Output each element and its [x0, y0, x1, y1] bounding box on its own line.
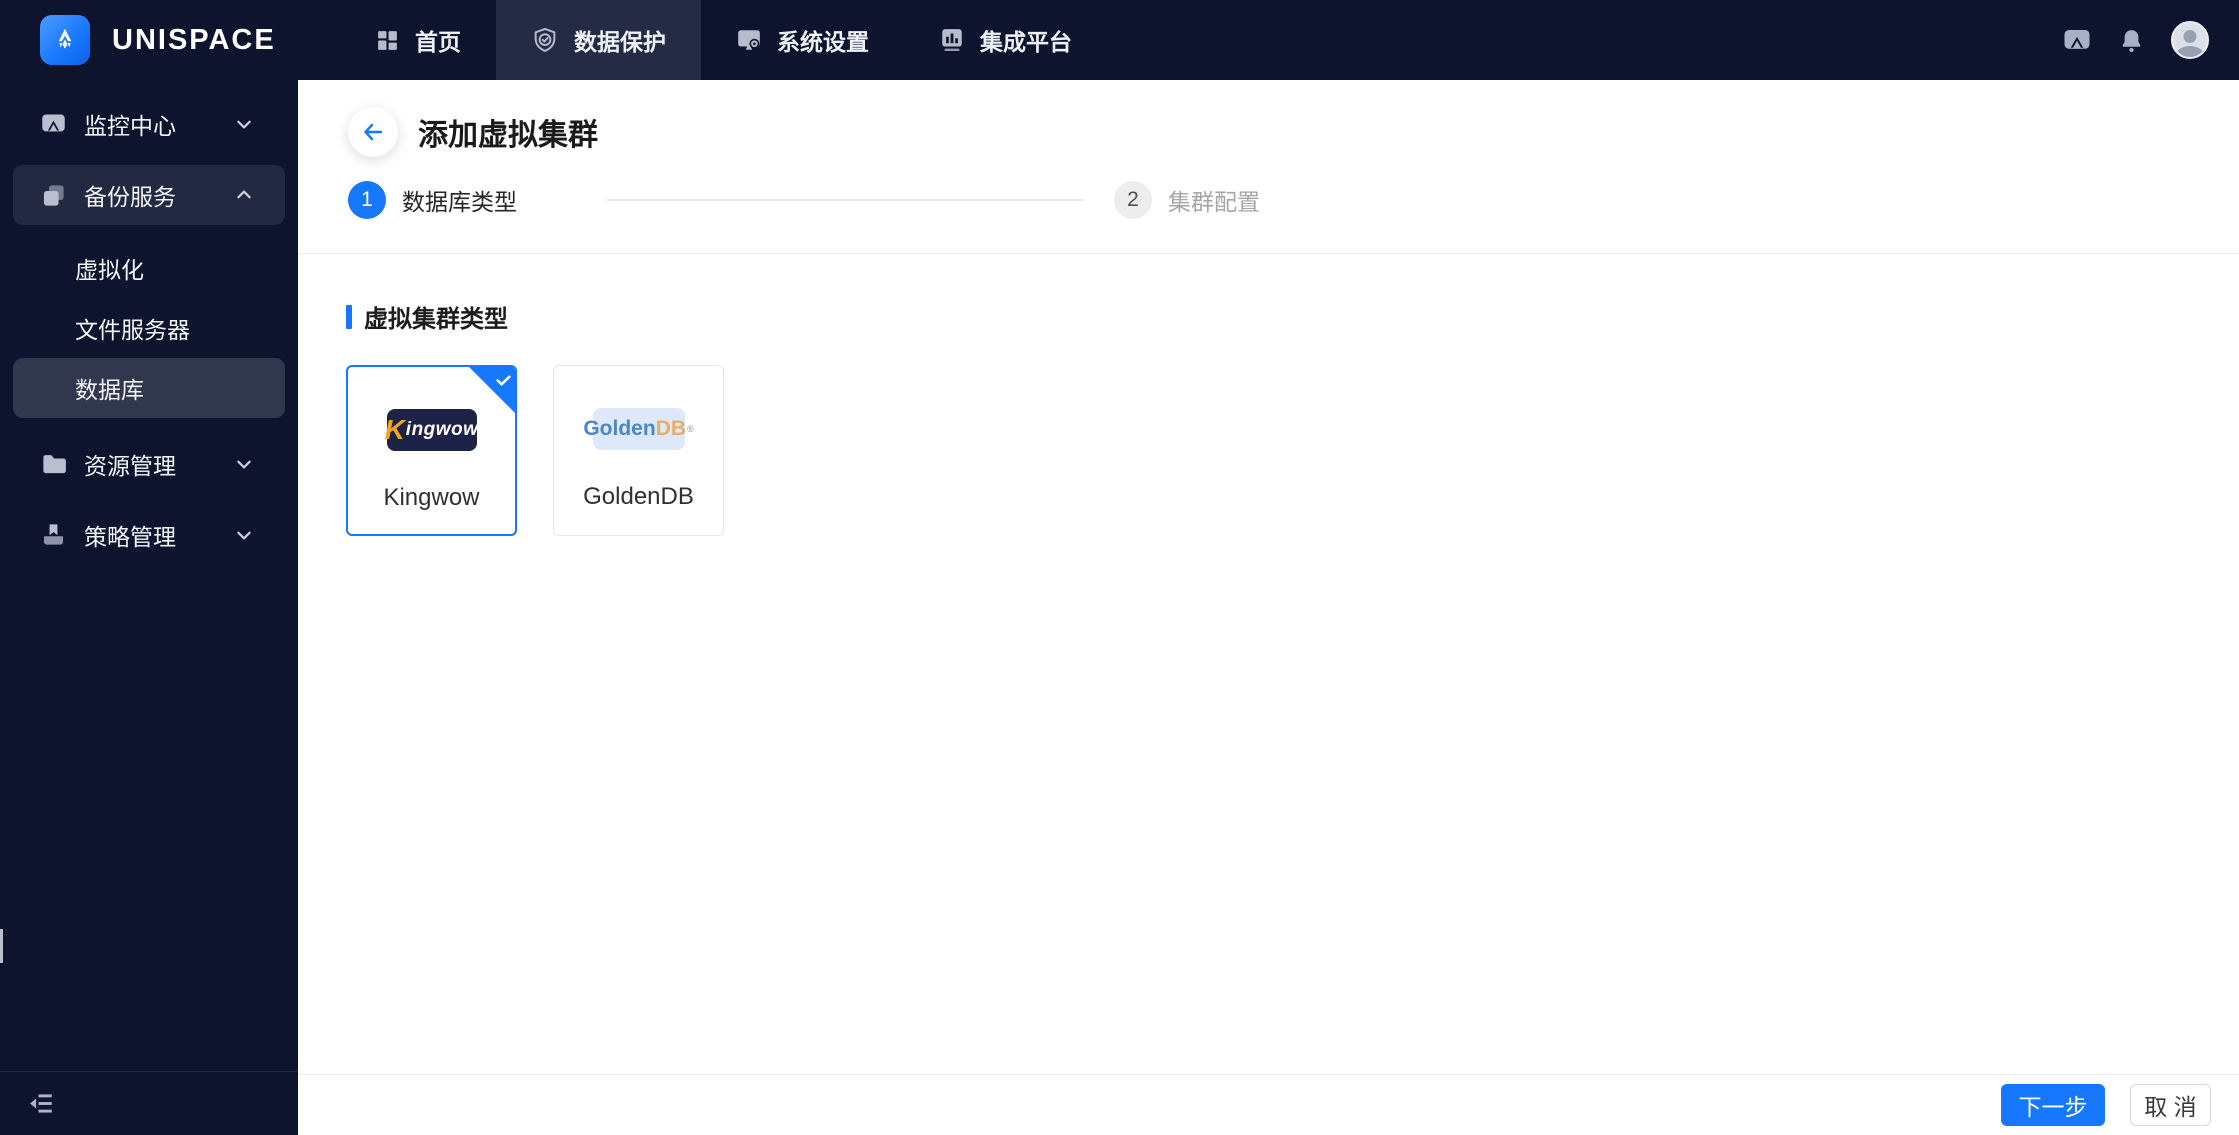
tab-data-protection[interactable]: 数据保护: [496, 0, 701, 80]
policy-book-icon: [40, 521, 67, 548]
tab-system-settings[interactable]: 系统设置: [701, 0, 904, 80]
cluster-type-cards: K ingwow Kingwow Golden DB ® GoldenDB: [346, 365, 2191, 536]
stepper: 1 数据库类型 2 集群配置: [348, 181, 2239, 219]
topbar-actions: [2062, 0, 2239, 80]
selected-check-icon: [469, 367, 515, 413]
tab-label: 数据保护: [574, 29, 666, 55]
sidebar-item-label: 虚拟化: [75, 257, 144, 283]
brand-name: UNISPACE: [112, 23, 276, 56]
avatar-body: [2177, 46, 2203, 57]
card-label: GoldenDB: [583, 483, 694, 510]
tab-integration-platform[interactable]: 集成平台: [904, 0, 1107, 80]
monitor-cast-icon: [40, 110, 67, 137]
section-title-text: 虚拟集群类型: [364, 306, 508, 333]
page-title: 添加虚拟集群: [418, 119, 598, 152]
screen-cast-icon[interactable]: [2062, 25, 2092, 55]
sidebar-item-resource-management[interactable]: 资源管理: [0, 428, 298, 499]
goldendb-logo-db: DB: [655, 417, 687, 440]
sidebar-item-backup-service[interactable]: 备份服务: [13, 165, 285, 225]
goldendb-logo: Golden DB ®: [583, 408, 694, 450]
chevron-up-icon: [235, 186, 253, 204]
chevron-down-icon: [235, 526, 253, 544]
kingwow-logo-k: K: [384, 414, 405, 445]
step-connector: [607, 199, 1084, 201]
action-footer: 下一步 取 消: [298, 1074, 2239, 1135]
goldendb-logo-reg: ®: [687, 424, 694, 434]
tab-label: 集成平台: [980, 29, 1072, 55]
goldendb-logo-golden: Golden: [583, 417, 656, 440]
sidebar-footer: [0, 1071, 298, 1135]
page-header: 添加虚拟集群 1 数据库类型 2 集群配置: [298, 80, 2239, 254]
chevron-down-icon: [235, 455, 253, 473]
step-2-circle: 2: [1114, 181, 1152, 219]
top-bar: UNISPACE 首页 数据保护 系统设置 集成平台: [0, 0, 2239, 80]
sidebar: 监控中心 备份服务 虚拟化 文件服务器 数据库 资源管理 策略管理: [0, 80, 298, 1135]
next-step-button[interactable]: 下一步: [2001, 1084, 2105, 1126]
sidebar-item-file-server[interactable]: 文件服务器: [0, 298, 298, 358]
kingwow-logo-text: ingwow: [405, 419, 479, 440]
scrollbar-fragment[interactable]: [0, 929, 3, 963]
sidebar-item-label: 备份服务: [84, 184, 176, 210]
section-title: 虚拟集群类型: [346, 299, 2191, 334]
main-content: 添加虚拟集群 1 数据库类型 2 集群配置 虚拟集群类型 K ingwow Ki…: [298, 80, 2239, 1135]
monitor-gear-icon: [736, 27, 762, 53]
sidebar-item-label: 资源管理: [84, 452, 176, 479]
collapse-sidebar-icon[interactable]: [27, 1089, 56, 1118]
sidebar-item-label: 策略管理: [84, 523, 176, 550]
chevron-down-icon: [235, 115, 253, 133]
step-2-label: 集群配置: [1168, 189, 1260, 215]
unispace-logo-icon: [40, 15, 90, 65]
content-area: 虚拟集群类型 K ingwow Kingwow Golden DB ® Gold…: [298, 299, 2239, 536]
sidebar-item-virtualization[interactable]: 虚拟化: [0, 238, 298, 298]
bell-icon[interactable]: [2118, 27, 2145, 54]
brand-logo: UNISPACE: [0, 0, 298, 80]
card-label: Kingwow: [383, 484, 480, 511]
tab-label: 首页: [415, 29, 461, 55]
card-goldendb[interactable]: Golden DB ® GoldenDB: [553, 365, 724, 536]
sidebar-item-policy-management[interactable]: 策略管理: [0, 499, 298, 570]
kingwow-logo: K ingwow: [384, 409, 479, 451]
dashboard-icon: [375, 28, 400, 53]
sidebar-item-monitoring-center[interactable]: 监控中心: [0, 88, 298, 159]
title-row: 添加虚拟集群: [348, 80, 2239, 157]
shield-check-icon: [531, 26, 559, 54]
step-1-circle: 1: [348, 181, 386, 219]
sidebar-item-label: 文件服务器: [75, 317, 190, 343]
folder-icon: [40, 450, 67, 477]
step-1-label: 数据库类型: [402, 189, 517, 215]
sidebar-item-label: 数据库: [75, 377, 144, 403]
card-kingwow[interactable]: K ingwow Kingwow: [346, 365, 517, 536]
cancel-button[interactable]: 取 消: [2130, 1084, 2211, 1126]
avatar-head: [2183, 30, 2197, 43]
sidebar-item-label: 监控中心: [84, 112, 176, 139]
tab-label: 系统设置: [777, 29, 869, 55]
copy-icon: [40, 182, 67, 209]
sidebar-item-database[interactable]: 数据库: [13, 358, 285, 418]
top-nav: 首页 数据保护 系统设置 集成平台: [340, 0, 1107, 80]
back-button[interactable]: [348, 107, 398, 157]
section-accent-bar: [346, 304, 352, 329]
user-avatar[interactable]: [2171, 21, 2209, 59]
chart-board-icon: [939, 27, 965, 53]
tab-home[interactable]: 首页: [340, 0, 496, 80]
